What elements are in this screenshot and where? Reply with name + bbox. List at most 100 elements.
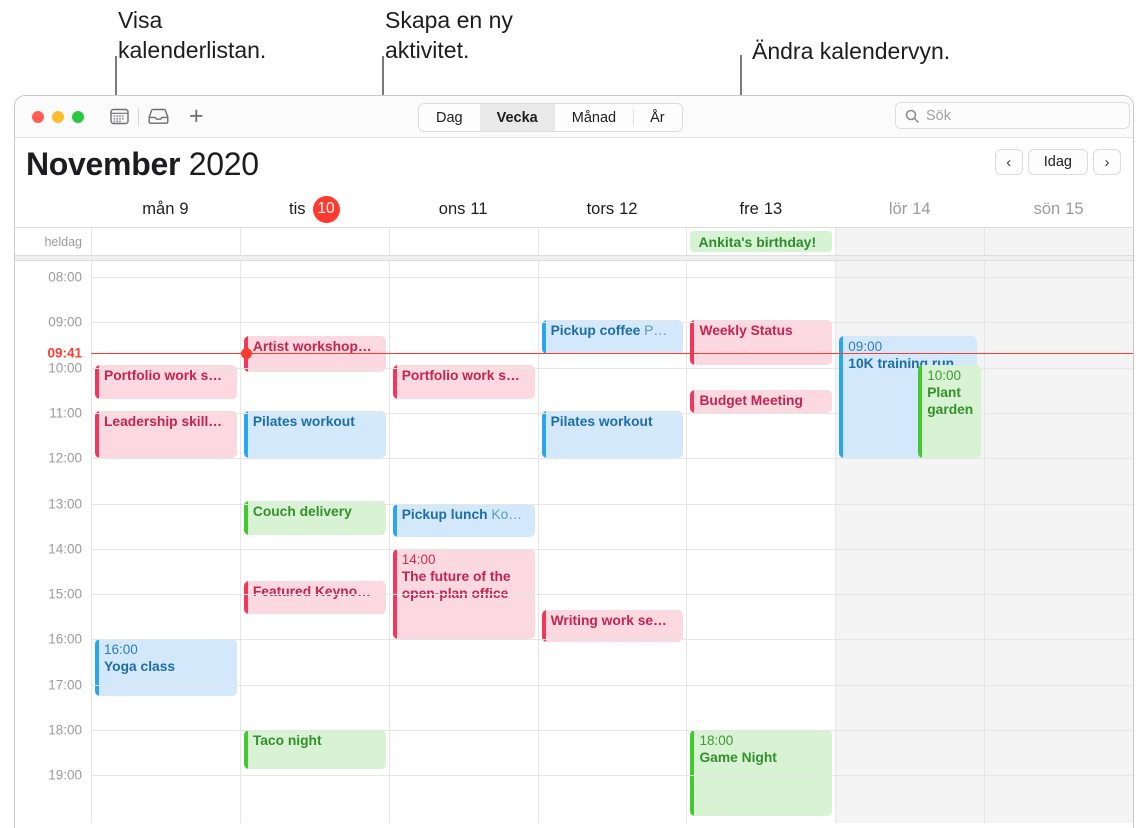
time-grid: 08:00 09:00 10:00 11:00 12:00 13:00 14:00 15:00… xyxy=(15,261,1133,823)
calendar-event[interactable]: Pilates workout xyxy=(243,410,386,459)
day-label: lör xyxy=(888,199,908,218)
all-day-cell-mon[interactable] xyxy=(91,228,240,255)
callout-new-event: Skapa en ny aktivitet. xyxy=(385,7,513,63)
event-color-bar xyxy=(243,501,248,536)
all-day-event[interactable]: Ankita's birthday! xyxy=(690,231,833,252)
event-time: 16:00 xyxy=(104,642,138,658)
all-day-cell-fri[interactable]: Ankita's birthday! xyxy=(686,228,835,255)
calendar-event[interactable]: Portfolio work s… xyxy=(392,365,535,400)
zoom-button[interactable] xyxy=(72,110,84,123)
day-label: fre xyxy=(739,199,759,218)
day-column-sat[interactable]: 09:00 10K training run 10:00 Plant garden xyxy=(835,261,985,823)
time-label: 15:00 xyxy=(48,586,82,602)
calendar-event[interactable]: Leadership skill… xyxy=(95,410,237,459)
event-color-bar xyxy=(392,503,397,538)
day-column-fri[interactable]: Weekly Status Budget Meeting 18:00 Game Nig… xyxy=(686,261,835,823)
add-event-button[interactable]: + xyxy=(189,104,204,129)
time-label: 10:00 xyxy=(48,360,82,376)
callout-change-view: Ändra kalendervyn. xyxy=(752,38,951,64)
calendar-event[interactable]: Pilates workout xyxy=(541,410,684,459)
tab-vecka[interactable]: Vecka xyxy=(479,104,555,131)
tab-manad[interactable]: Månad xyxy=(555,104,633,131)
calendar-event[interactable]: Taco night xyxy=(243,730,386,769)
calendar-event[interactable]: Budget Meeting xyxy=(690,390,833,413)
all-day-cell-tue[interactable] xyxy=(239,228,389,255)
search-field[interactable]: Sök xyxy=(895,102,1130,129)
time-label: 16:00 xyxy=(48,631,82,647)
day-number: 9 xyxy=(179,199,189,218)
calendar-event[interactable]: Pickup lunch Ko… xyxy=(392,503,535,538)
day-column-tue[interactable]: Artist workshop… Pilates workout Couch del… xyxy=(239,261,389,823)
calendar-event[interactable]: Couch delivery xyxy=(243,501,386,536)
all-day-cell-sun[interactable] xyxy=(984,228,1133,255)
page-title: November 2020 xyxy=(26,146,259,183)
all-day-cell-thu[interactable] xyxy=(537,228,687,255)
calendar-event[interactable]: Pickup coffee P… xyxy=(541,320,684,354)
event-title: Pickup lunch Ko… xyxy=(401,506,523,522)
day-header-tue[interactable]: tis 10 xyxy=(240,191,389,227)
all-day-cell-wed[interactable] xyxy=(388,228,538,255)
day-header-gutter xyxy=(15,191,91,227)
next-week-button[interactable]: › xyxy=(1093,149,1121,175)
date-navigation: ‹ Idag › xyxy=(994,149,1121,175)
hour-gridline xyxy=(91,775,1133,777)
callout-calendar-list: Visa kalenderlistan. xyxy=(118,7,267,63)
today-button[interactable]: Idag xyxy=(1027,149,1088,175)
toolbar-left-group: + xyxy=(106,104,204,130)
day-number: 14 xyxy=(912,199,931,218)
search-icon xyxy=(905,109,919,123)
day-column-wed[interactable]: Portfolio work s… Pickup lunch Ko… 14:00 Th… xyxy=(388,261,538,823)
inbox-icon[interactable] xyxy=(145,104,171,130)
day-column-thu[interactable]: Pickup coffee P… Pilates workout Writing w… xyxy=(537,261,687,823)
day-column-mon[interactable]: Portfolio work s… Leadership skill… 16:00 Y… xyxy=(91,261,240,823)
time-label: 08:00 xyxy=(48,269,82,285)
event-time: 14:00 xyxy=(401,551,436,567)
close-button[interactable] xyxy=(32,110,44,123)
event-color-bar xyxy=(690,730,695,817)
event-color-bar xyxy=(690,390,695,413)
hour-gridline xyxy=(91,639,1133,641)
calendar-event[interactable]: 16:00 Yoga class xyxy=(95,639,237,697)
day-header-fri[interactable]: fre 13 xyxy=(686,191,835,227)
calendar-icon[interactable] xyxy=(106,104,132,130)
minimize-button[interactable] xyxy=(52,110,64,123)
calendar-event[interactable]: Writing work se… xyxy=(541,609,684,642)
day-number: 13 xyxy=(763,199,783,218)
window-controls xyxy=(32,110,84,123)
event-title: Pickup coffee P… xyxy=(550,323,668,339)
hour-gridline xyxy=(91,322,1133,324)
all-day-cell-sat[interactable] xyxy=(835,228,985,255)
prev-week-button[interactable]: ‹ xyxy=(994,149,1023,175)
event-color-bar xyxy=(95,639,99,697)
day-number: 15 xyxy=(1065,199,1084,218)
hour-gridline xyxy=(91,548,1133,550)
event-color-bar xyxy=(690,320,695,366)
event-time: 10:00 xyxy=(927,368,962,384)
event-color-bar xyxy=(243,730,248,769)
day-header-mon[interactable]: mån 9 xyxy=(91,191,240,227)
day-header-sun[interactable]: sön 15 xyxy=(984,191,1133,227)
event-title: Taco night xyxy=(252,733,322,748)
day-header-sat[interactable]: lör 14 xyxy=(835,191,984,227)
day-header-wed[interactable]: ons 11 xyxy=(389,191,538,227)
event-title: Couch delivery xyxy=(252,504,352,520)
day-column-sun[interactable] xyxy=(984,261,1133,823)
tab-ar[interactable]: År xyxy=(633,104,682,131)
calendar-event[interactable]: 18:00 Game Night xyxy=(690,730,833,817)
event-color-bar xyxy=(95,410,99,459)
day-header-thu[interactable]: tors 12 xyxy=(538,191,687,227)
calendar-event[interactable]: Weekly Status xyxy=(690,320,833,366)
calendar-window: + Dag Vecka Månad År Sök November 2020 ‹… xyxy=(14,95,1134,828)
all-day-row: heldag Ankita's birthday! xyxy=(15,227,1133,255)
tab-dag[interactable]: Dag xyxy=(419,104,480,131)
view-segmented-control[interactable]: Dag Vecka Månad År xyxy=(418,103,683,132)
screenshot-root: Visa kalenderlistan. Skapa en ny aktivit… xyxy=(0,0,1146,828)
event-title: Plant garden xyxy=(927,385,974,418)
event-color-bar xyxy=(918,365,923,459)
calendar-event[interactable]: Featured Keyno… xyxy=(243,580,386,615)
event-time: 18:00 xyxy=(699,733,734,748)
event-color-bar xyxy=(541,410,546,459)
calendar-event[interactable]: Portfolio work s… xyxy=(95,365,237,400)
calendar-event[interactable]: 10:00 Plant garden xyxy=(918,365,982,459)
window-toolbar: + Dag Vecka Månad År Sök xyxy=(15,96,1133,138)
